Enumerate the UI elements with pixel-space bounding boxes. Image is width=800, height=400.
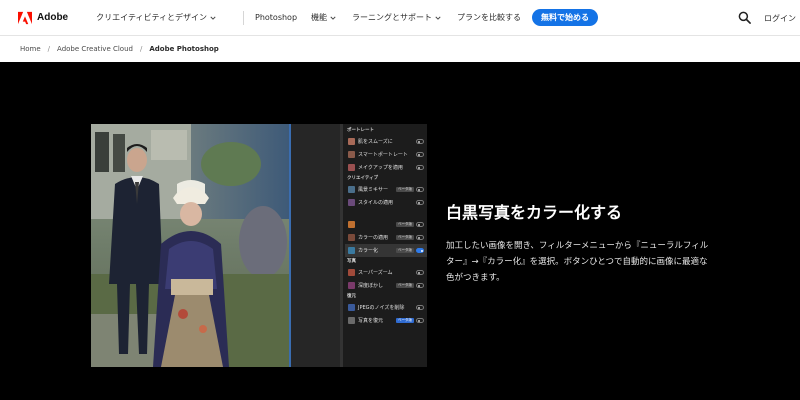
adobe-logo-icon [18, 11, 32, 24]
adobe-logo[interactable]: Adobe [18, 11, 68, 25]
filter-toggle[interactable] [416, 270, 424, 275]
filter-toggle[interactable] [416, 200, 424, 205]
breadcrumb-current: Adobe Photoshop [149, 45, 219, 53]
beta-badge: ベータ版 [396, 318, 414, 323]
filter-label: カラーの適用 [358, 235, 389, 241]
filter-row[interactable]: カラーの適用 ベータ版 [345, 231, 427, 244]
nav-item-label: Photoshop [255, 13, 298, 22]
filter-label: 風景ミキサー [358, 187, 389, 193]
filter-row[interactable]: 深度ぼかし ベータ版 [345, 279, 427, 292]
filter-thumbnail-icon [348, 247, 355, 254]
breadcrumb-creative-cloud[interactable]: Adobe Creative Cloud [57, 45, 133, 53]
nav-item[interactable]: Photoshop [255, 13, 297, 22]
search-icon[interactable] [738, 11, 751, 24]
brand-name: Adobe [37, 12, 69, 23]
filter-label: スタイルの適用 [358, 200, 394, 206]
filter-thumbnail-icon [348, 269, 355, 276]
neural-filters-panel: ポートレート肌をスムーズにスマートポートレート メイクアップを適用クリエイティブ風… [289, 124, 427, 367]
filter-toggle[interactable] [416, 283, 424, 288]
breadcrumb-separator: / [47, 45, 51, 53]
filter-thumbnail-icon [348, 304, 355, 311]
login-link[interactable]: ログイン [764, 13, 796, 24]
free-trial-button[interactable]: 無料で始める [532, 9, 598, 26]
colorized-photo [91, 124, 289, 367]
filter-label: JPEGのノイズを削除 [358, 305, 405, 311]
filter-thumbnail-icon [348, 317, 355, 324]
nav-divider [243, 10, 244, 25]
filter-thumbnail-icon [348, 164, 355, 171]
filter-label: スマートポートレート [358, 152, 408, 158]
filter-toggle[interactable] [416, 318, 424, 323]
filter-thumbnail-icon [348, 138, 355, 145]
filter-thumbnail-icon [348, 151, 355, 158]
filter-label: メイクアップを適用 [358, 165, 403, 171]
filter-row[interactable]: 肌をスムーズに [345, 135, 427, 148]
breadcrumb-separator: / [139, 45, 143, 53]
filter-toggle[interactable] [416, 222, 424, 227]
chevron-down-icon [210, 16, 216, 20]
nav-item-label: クリエイティビティとデザイン [96, 13, 207, 22]
filter-thumbnail-icon [348, 282, 355, 289]
filter-toggle[interactable] [416, 165, 424, 170]
filter-row[interactable]: メイクアップを適用 [345, 161, 427, 174]
panel-scrollbar[interactable] [340, 124, 343, 367]
filter-section-title: クリエイティブ [347, 176, 379, 181]
beta-badge: ベータ版 [396, 187, 414, 192]
filter-row[interactable]: スタイルの適用 [345, 196, 427, 209]
chevron-down-icon [435, 16, 441, 20]
filter-label: 深度ぼかし [358, 283, 384, 289]
beta-badge: ベータ版 [396, 222, 414, 227]
filter-section-title [345, 209, 427, 218]
breadcrumb: Home / Adobe Creative Cloud / Adobe Phot… [0, 36, 800, 62]
feature-description: 加工したい画像を開き、フィルターメニューから『ニューラルフィルター』→『カラー化… [446, 241, 709, 283]
filter-row[interactable]: スーパーズーム [345, 266, 427, 279]
beta-badge: ベータ版 [396, 248, 414, 253]
filter-list: ポートレート肌をスムーズにスマートポートレート メイクアップを適用クリエイティブ風… [345, 126, 427, 327]
filter-toggle[interactable] [416, 139, 424, 144]
breadcrumb-home[interactable]: Home [20, 45, 41, 53]
chevron-down-icon [330, 16, 336, 20]
beta-badge: ベータ版 [396, 283, 414, 288]
filter-toggle[interactable] [416, 152, 424, 157]
nav-item[interactable]: プランを比較する [457, 12, 521, 23]
filter-row[interactable]: ベータ版 [345, 218, 427, 231]
filter-section-title: 復元 [347, 294, 356, 299]
nav-item-label: 機能 [311, 13, 328, 22]
filter-thumbnail-icon [348, 199, 355, 206]
filter-row[interactable]: カラー化 ベータ版 [345, 244, 427, 257]
filter-toggle[interactable] [416, 305, 424, 310]
filter-label: 肌をスムーズに [358, 139, 393, 145]
nav-item[interactable]: 機能 [311, 12, 336, 23]
filter-toggle[interactable] [416, 187, 424, 192]
filter-thumbnail-icon [348, 221, 355, 228]
filter-thumbnail-icon [348, 186, 355, 193]
filter-row[interactable]: スマートポートレート [345, 148, 427, 161]
nav-item-label: プランを比較する [457, 13, 522, 22]
filter-section-title: 写真 [347, 259, 356, 264]
filter-thumbnail-icon [348, 234, 355, 241]
filter-label: カラー化 [358, 248, 379, 254]
panel-canvas-area [289, 124, 341, 367]
feature-title: 白黒写真をカラー化する [446, 203, 623, 222]
beta-badge: ベータ版 [396, 235, 414, 240]
filter-label: スーパーズーム [358, 270, 393, 276]
filter-row[interactable]: 風景ミキサー ベータ版 [345, 183, 427, 196]
filter-row[interactable]: 写真を復元 ベータ版 [345, 314, 427, 327]
nav-item-label: ラーニングとサポート [352, 13, 433, 22]
filter-toggle[interactable] [416, 235, 424, 240]
filter-toggle[interactable] [416, 248, 424, 253]
filter-section-title: ポートレート [347, 128, 374, 133]
top-navigation: Adobe クリエイティビティとデザイン Photoshop 機能 ラーニングとサポー… [0, 0, 800, 36]
nav-item[interactable]: ラーニングとサポート [352, 12, 441, 23]
filter-label: 写真を復元 [358, 318, 384, 324]
filter-row[interactable]: JPEGのノイズを削除 [345, 301, 427, 314]
nav-item[interactable]: クリエイティビティとデザイン [96, 12, 216, 23]
